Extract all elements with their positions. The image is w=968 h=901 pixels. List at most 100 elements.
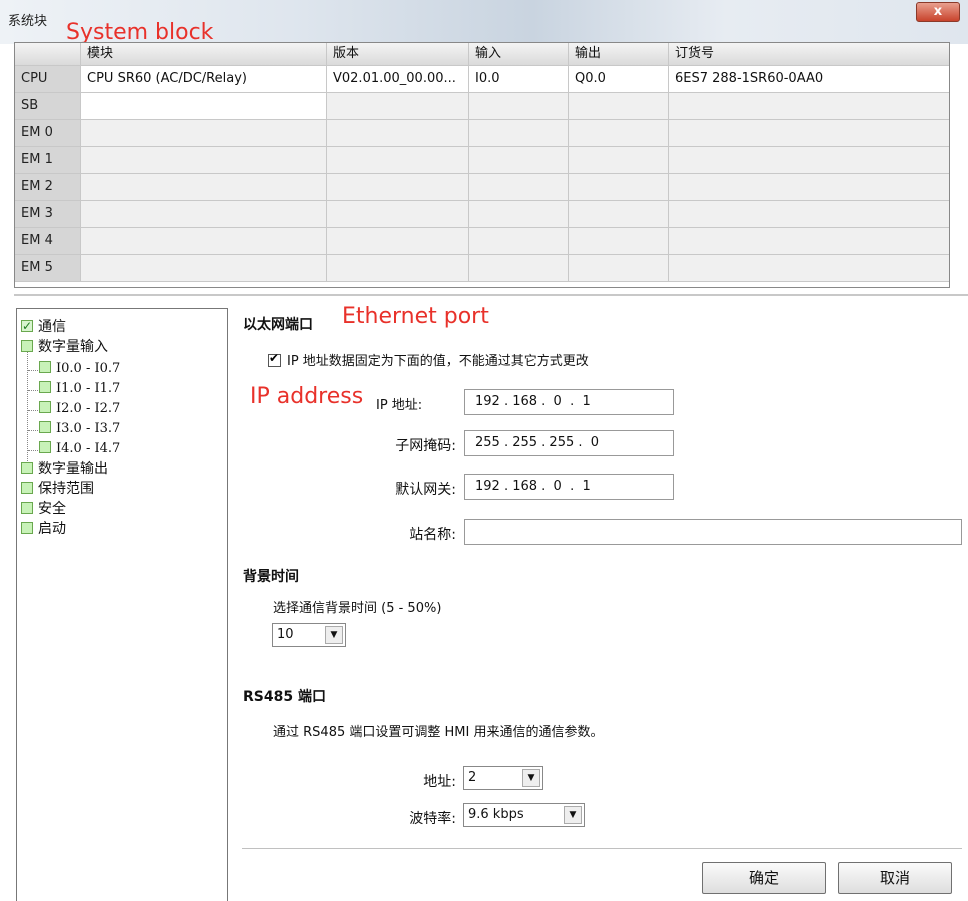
table-row[interactable]: CPU CPU SR60 (AC/DC/Relay) V02.01.00_00.00…	[15, 66, 949, 93]
table-row[interactable]: SB	[15, 93, 949, 120]
ethernet-annotation: Ethernet port	[342, 304, 489, 329]
cell-version[interactable]: V02.01.00_00.00...	[327, 66, 469, 92]
table-row[interactable]: EM 3	[15, 201, 949, 228]
tree-item-i3[interactable]: I3.0 - I3.7	[39, 419, 120, 439]
node-icon	[21, 462, 33, 474]
background-time-select[interactable]: 10 ▼	[272, 623, 346, 647]
cell-version[interactable]	[327, 120, 469, 146]
cell-version[interactable]	[327, 201, 469, 227]
node-icon	[21, 502, 33, 514]
cell-slot: EM 2	[15, 174, 81, 200]
cell-input[interactable]	[469, 201, 569, 227]
header-output: 输出	[569, 43, 669, 65]
cell-slot: EM 0	[15, 120, 81, 146]
cell-order[interactable]	[669, 255, 949, 281]
table-row[interactable]: EM 5	[15, 255, 949, 282]
cell-order[interactable]	[669, 201, 949, 227]
cell-input[interactable]: I0.0	[469, 66, 569, 92]
ok-button[interactable]: 确定	[702, 862, 826, 894]
cell-input[interactable]	[469, 228, 569, 254]
node-icon	[21, 482, 33, 494]
table-row[interactable]: EM 1	[15, 147, 949, 174]
check-icon	[21, 316, 33, 336]
cell-version[interactable]	[327, 93, 469, 119]
cell-version[interactable]	[327, 174, 469, 200]
cell-input[interactable]	[469, 174, 569, 200]
table-row[interactable]: EM 0	[15, 120, 949, 147]
address-select[interactable]: 2 ▼	[463, 766, 543, 790]
cell-module[interactable]: CPU SR60 (AC/DC/Relay)	[81, 66, 327, 92]
tree-item-retentive[interactable]: 保持范围	[21, 479, 94, 499]
tree-item-i1[interactable]: I1.0 - I1.7	[39, 379, 120, 399]
table-row[interactable]: EM 4	[15, 228, 949, 255]
cell-order[interactable]	[669, 228, 949, 254]
cell-input[interactable]	[469, 255, 569, 281]
cell-module[interactable]	[81, 147, 327, 173]
tree-item-digital-output[interactable]: 数字量输出	[21, 459, 108, 479]
cell-output[interactable]	[569, 147, 669, 173]
cell-module[interactable]	[81, 255, 327, 281]
station-name-field[interactable]	[464, 519, 962, 545]
cell-output[interactable]	[569, 120, 669, 146]
cell-output[interactable]	[569, 201, 669, 227]
cancel-button[interactable]: 取消	[838, 862, 952, 894]
chevron-down-icon: ▼	[325, 626, 343, 644]
cell-output[interactable]	[569, 93, 669, 119]
cell-module[interactable]	[81, 201, 327, 227]
subnet-mask-field[interactable]: 255 . 255 . 255 . 0	[464, 430, 674, 456]
cell-module[interactable]	[81, 120, 327, 146]
header-version: 版本	[327, 43, 469, 65]
cell-slot: SB	[15, 93, 81, 119]
cell-order[interactable]: 6ES7 288-1SR60-0AA0	[669, 66, 949, 92]
button-separator	[242, 848, 962, 849]
cell-module[interactable]	[81, 228, 327, 254]
tree-item-digital-input[interactable]: 数字量输入	[21, 337, 108, 357]
node-icon	[39, 421, 51, 433]
cell-input[interactable]	[469, 93, 569, 119]
gateway-label: 默认网关:	[395, 482, 456, 498]
rs485-title: RS485 端口	[243, 689, 326, 705]
cell-module[interactable]	[81, 174, 327, 200]
chevron-down-icon: ▼	[522, 769, 540, 787]
node-icon	[39, 381, 51, 393]
title-bar: 系统块 System block x	[0, 0, 968, 45]
tree-item-i0[interactable]: I0.0 - I0.7	[39, 359, 120, 379]
cell-input[interactable]	[469, 147, 569, 173]
cell-version[interactable]	[327, 228, 469, 254]
cell-output[interactable]: Q0.0	[569, 66, 669, 92]
cell-version[interactable]	[327, 147, 469, 173]
cell-output[interactable]	[569, 255, 669, 281]
section-divider	[14, 294, 968, 296]
close-button[interactable]: x	[916, 2, 960, 22]
cell-module[interactable]	[81, 93, 327, 119]
background-time-title: 背景时间	[243, 569, 299, 585]
tree-item-i2[interactable]: I2.0 - I2.7	[39, 399, 120, 419]
cell-output[interactable]	[569, 174, 669, 200]
gateway-field[interactable]: 192 . 168 . 0 . 1	[464, 474, 674, 500]
cell-order[interactable]	[669, 147, 949, 173]
cell-output[interactable]	[569, 228, 669, 254]
node-icon	[21, 522, 33, 534]
tree-item-security[interactable]: 安全	[21, 499, 66, 519]
fixed-ip-checkbox[interactable]: IP 地址数据固定为下面的值，不能通过其它方式更改	[268, 350, 589, 369]
cell-order[interactable]	[669, 174, 949, 200]
baud-rate-select[interactable]: 9.6 kbps ▼	[463, 803, 585, 827]
table-row[interactable]: EM 2	[15, 174, 949, 201]
cell-order[interactable]	[669, 93, 949, 119]
module-table: 模块 版本 输入 输出 订货号 CPU CPU SR60 (AC/DC/Relay…	[14, 42, 950, 288]
header-module: 模块	[81, 43, 327, 65]
header-input: 输入	[469, 43, 569, 65]
tree-item-i4[interactable]: I4.0 - I4.7	[39, 439, 120, 459]
tree-item-communication[interactable]: 通信	[21, 316, 66, 337]
chevron-down-icon: ▼	[564, 806, 582, 824]
tree-item-startup[interactable]: 启动	[21, 519, 66, 539]
cell-version[interactable]	[327, 255, 469, 281]
table-header: 模块 版本 输入 输出 订货号	[15, 43, 949, 66]
cell-slot: EM 5	[15, 255, 81, 281]
ip-address-field[interactable]: 192 . 168 . 0 . 1	[464, 389, 674, 415]
cell-input[interactable]	[469, 120, 569, 146]
node-icon	[39, 361, 51, 373]
cell-order[interactable]	[669, 120, 949, 146]
subnet-label: 子网掩码:	[395, 438, 456, 454]
cell-slot: EM 3	[15, 201, 81, 227]
